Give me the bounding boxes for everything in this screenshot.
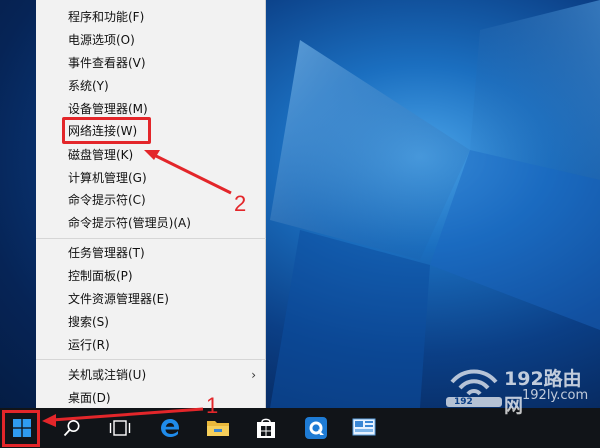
menu-separator [36,238,266,239]
menu-item-command-prompt[interactable]: 命令提示符(C) [36,189,266,212]
menu-item-computer-management[interactable]: 计算机管理(G) [36,167,266,190]
menu-item-programs-features[interactable]: 程序和功能(F) [36,6,266,29]
cortana-button[interactable] [296,408,336,448]
control-panel-button[interactable] [344,408,384,448]
menu-item-file-explorer[interactable]: 文件资源管理器(E) [36,288,266,311]
menu-item-shutdown-signout[interactable]: 关机或注销(U) › [36,364,266,387]
annotation-start-box [2,410,40,447]
menu-item-label: 关机或注销(U) [68,368,147,382]
watermark-ip-label: 192 [454,397,473,407]
wifi-router-icon [446,369,502,407]
annotation-step-2: 2 [234,191,247,216]
menu-item-command-prompt-admin[interactable]: 命令提示符(管理员)(A) [36,212,266,235]
cortana-icon [305,417,327,439]
task-view-button[interactable] [100,408,140,448]
file-explorer-icon [207,421,229,436]
store-icon [257,418,275,438]
menu-item-task-manager[interactable]: 任务管理器(T) [36,242,266,265]
watermark: 192路由网 192ly.com 192 [444,364,594,417]
menu-item-system[interactable]: 系统(Y) [36,75,266,98]
edge-icon [161,419,180,437]
annotation-step-1: 1 [206,393,219,418]
menu-item-search[interactable]: 搜索(S) [36,311,266,334]
menu-item-event-viewer[interactable]: 事件查看器(V) [36,52,266,75]
menu-separator [36,359,266,360]
menu-item-desktop[interactable]: 桌面(D) [36,387,266,410]
search-icon [63,420,80,437]
task-view-icon [109,420,131,436]
edge-button[interactable] [150,408,190,448]
annotation-highlight-box [62,117,151,144]
search-button[interactable] [52,408,92,448]
menu-item-run[interactable]: 运行(R) [36,334,266,357]
watermark-url: 192ly.com [522,388,589,403]
control-panel-icon [352,418,376,436]
winx-context-menu: 程序和功能(F) 电源选项(O) 事件查看器(V) 系统(Y) 设备管理器(M)… [36,0,266,408]
menu-item-power-options[interactable]: 电源选项(O) [36,29,266,52]
menu-item-disk-management[interactable]: 磁盘管理(K) [36,144,266,167]
menu-item-control-panel[interactable]: 控制面板(P) [36,265,266,288]
store-button[interactable] [246,408,286,448]
chevron-right-icon: › [251,368,256,382]
